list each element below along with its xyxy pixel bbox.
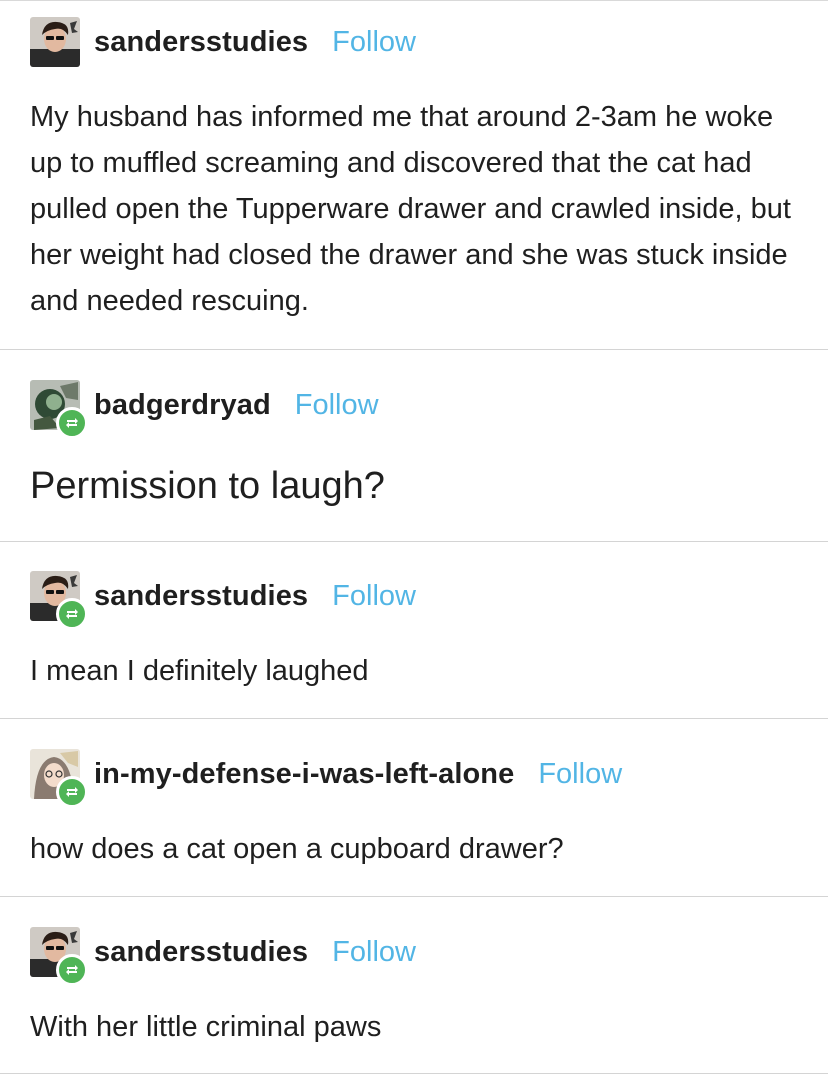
username[interactable]: in-my-defense-i-was-left-alone — [94, 758, 514, 791]
username[interactable]: sandersstudies — [94, 26, 308, 59]
post-header: in-my-defense-i-was-left-alone Follow — [30, 749, 622, 808]
avatar-image — [30, 17, 80, 67]
post-header: sandersstudies Follow — [30, 571, 416, 630]
avatar-in-my-defense[interactable] — [30, 749, 88, 808]
post-text: I mean I definitely laughed — [30, 655, 369, 687]
post-text: My husband has informed me that around 2… — [30, 101, 791, 317]
post-divider — [0, 1073, 828, 1074]
avatar-sandersstudies[interactable] — [30, 17, 80, 67]
follow-button[interactable]: Follow — [332, 26, 416, 59]
post-divider — [0, 718, 828, 719]
post-divider — [0, 349, 828, 350]
follow-button[interactable]: Follow — [332, 580, 416, 613]
username[interactable]: badgerdryad — [94, 389, 271, 422]
post-text: how does a cat open a cupboard drawer? — [30, 833, 564, 865]
avatar-sandersstudies[interactable] — [30, 927, 88, 986]
reblog-icon — [56, 598, 88, 630]
post-header: sandersstudies Follow — [30, 17, 416, 67]
post-header: badgerdryad Follow — [30, 380, 379, 439]
post-header: sandersstudies Follow — [30, 927, 416, 986]
post-divider — [0, 896, 828, 897]
avatar-sandersstudies[interactable] — [30, 571, 88, 630]
post-divider — [0, 541, 828, 542]
reblog-icon — [56, 954, 88, 986]
top-divider — [0, 0, 828, 1]
follow-button[interactable]: Follow — [332, 936, 416, 969]
avatar-badgerdryad[interactable] — [30, 380, 88, 439]
follow-button[interactable]: Follow — [538, 758, 622, 791]
reblog-icon — [56, 776, 88, 808]
reblog-icon — [56, 407, 88, 439]
post-text: Permission to laugh? — [30, 465, 385, 507]
follow-button[interactable]: Follow — [295, 389, 379, 422]
username[interactable]: sandersstudies — [94, 580, 308, 613]
post-text: With her little criminal paws — [30, 1011, 382, 1043]
username[interactable]: sandersstudies — [94, 936, 308, 969]
